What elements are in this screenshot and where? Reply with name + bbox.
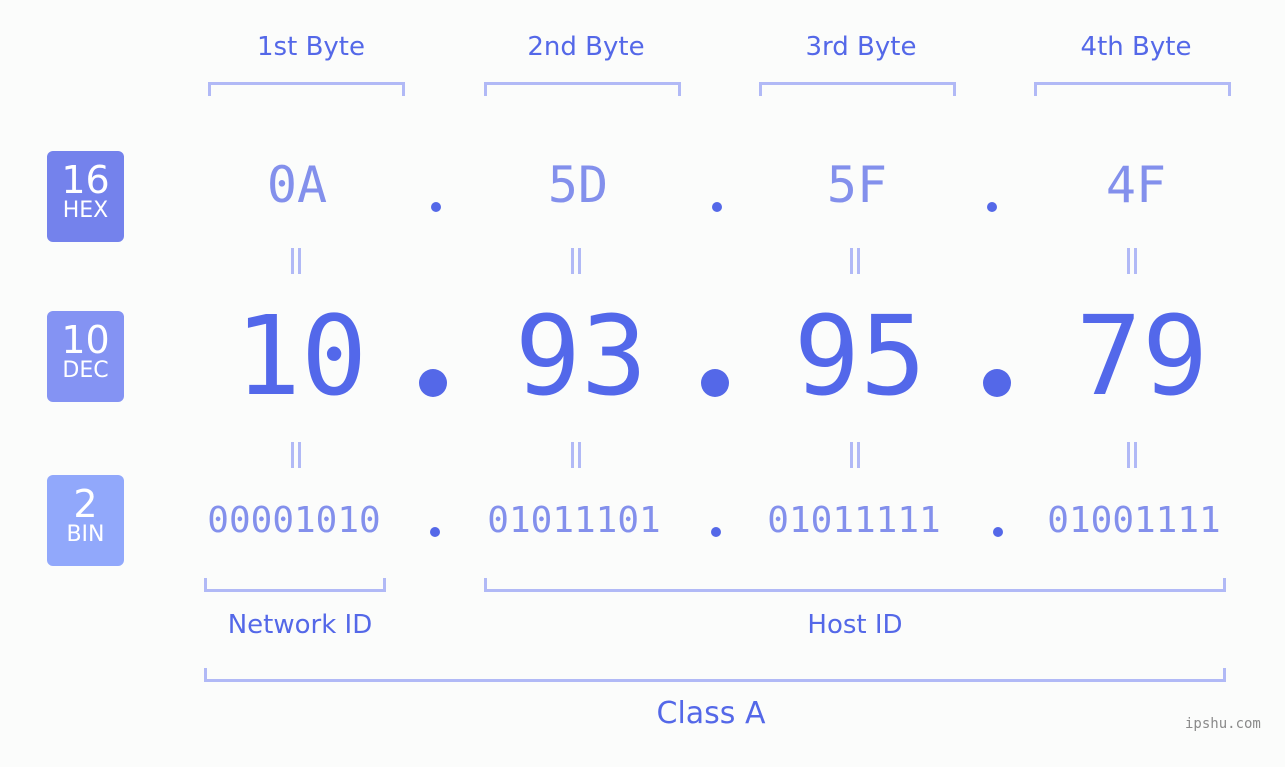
network-id-bracket [204, 578, 386, 592]
equals-icon [850, 442, 860, 468]
network-id-label: Network ID [227, 610, 373, 640]
bin-dot-3 [993, 527, 1003, 537]
dec-byte-3: 95 [793, 292, 927, 420]
dec-dot-1 [419, 369, 447, 397]
class-bracket [204, 668, 1226, 682]
bin-dot-2 [711, 527, 721, 537]
bin-byte-2: 01011101 [487, 500, 661, 541]
equals-icon [291, 442, 301, 468]
dec-dot-3 [983, 369, 1011, 397]
dec-byte-1: 10 [234, 292, 368, 420]
equals-icon [1127, 248, 1137, 274]
hex-dot-1 [431, 202, 441, 212]
class-label: Class A [656, 696, 766, 731]
dec-byte-2: 93 [514, 292, 648, 420]
bin-byte-4: 01001111 [1047, 500, 1221, 541]
dec-badge-base: 10 [61, 318, 110, 362]
hex-badge-label: HEX [62, 198, 109, 223]
byte-header-4: 4th Byte [1080, 32, 1192, 62]
hex-byte-4: 4F [1105, 156, 1167, 214]
dec-badge: 10 DEC [47, 311, 124, 402]
watermark: ipshu.com [1185, 716, 1261, 732]
dec-dot-2 [701, 369, 729, 397]
equals-icon [571, 442, 581, 468]
byte-header-3: 3rd Byte [805, 32, 917, 62]
byte-header-2: 2nd Byte [527, 32, 645, 62]
equals-icon [850, 248, 860, 274]
byte-bracket-4 [1034, 82, 1231, 96]
hex-byte-2: 5D [547, 156, 609, 214]
hex-badge-base: 16 [61, 158, 110, 202]
equals-icon [571, 248, 581, 274]
bin-badge-label: BIN [66, 522, 105, 547]
hex-dot-2 [712, 202, 722, 212]
bin-badge-base: 2 [73, 482, 98, 526]
host-id-label: Host ID [807, 610, 903, 640]
byte-bracket-1 [208, 82, 405, 96]
byte-bracket-2 [484, 82, 681, 96]
host-id-bracket [484, 578, 1226, 592]
hex-badge: 16 HEX [47, 151, 124, 242]
dec-byte-4: 79 [1075, 292, 1209, 420]
byte-header-1: 1st Byte [257, 32, 365, 62]
hex-dot-3 [987, 202, 997, 212]
byte-bracket-3 [759, 82, 956, 96]
bin-badge: 2 BIN [47, 475, 124, 566]
hex-byte-3: 5F [826, 156, 888, 214]
hex-byte-1: 0A [266, 156, 328, 214]
bin-byte-1: 00001010 [207, 500, 381, 541]
dec-badge-label: DEC [62, 358, 109, 383]
equals-icon [291, 248, 301, 274]
bin-dot-1 [430, 527, 440, 537]
equals-icon [1127, 442, 1137, 468]
bin-byte-3: 01011111 [767, 500, 941, 541]
